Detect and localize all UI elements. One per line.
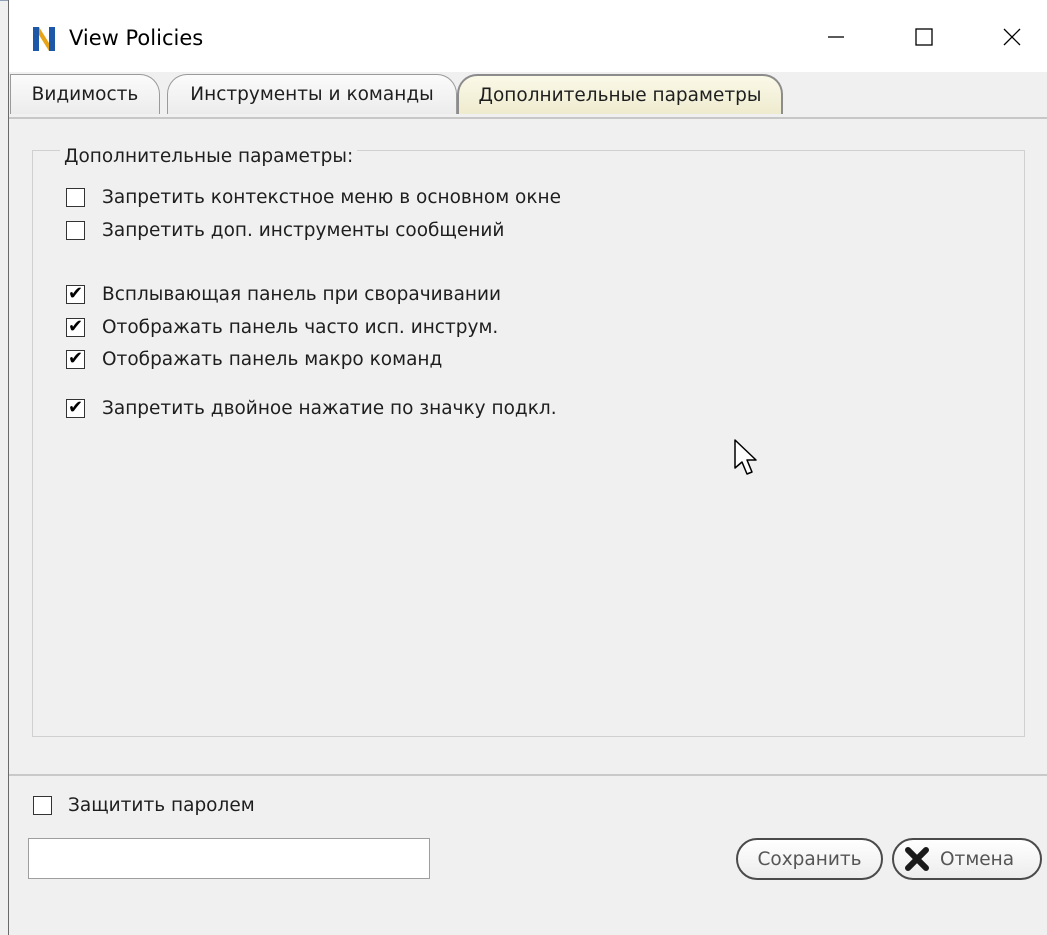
option-disable-double-click-connection-icon[interactable]: ✔ Запретить двойное нажатие по значку по…: [66, 396, 557, 420]
close-button[interactable]: [979, 12, 1045, 62]
window-title: View Policies: [69, 26, 204, 50]
checkbox[interactable]: [66, 187, 85, 207]
group-title: Дополнительные параметры:: [60, 146, 358, 167]
option-label: Всплывающая панель при сворачивании: [102, 283, 502, 305]
protect-with-password-option[interactable]: Защитить паролем: [33, 795, 255, 816]
cancel-label: Отмена: [940, 848, 1015, 870]
option-label: Запретить контекстное меню в основном ок…: [102, 186, 562, 208]
footer-divider: [9, 774, 1047, 776]
x-icon: [905, 847, 929, 871]
password-label: Защитить паролем: [68, 795, 255, 816]
checkbox[interactable]: ✔: [66, 316, 85, 337]
tab-strip-underline: [9, 117, 1047, 119]
mouse-pointer-icon: [734, 439, 757, 475]
checkbox[interactable]: ✔: [66, 348, 85, 369]
tab-visibility[interactable]: Видимость: [10, 74, 160, 114]
tab-advanced-settings[interactable]: Дополнительные параметры: [457, 74, 783, 114]
maximize-button[interactable]: [891, 12, 957, 62]
minimize-button[interactable]: [803, 12, 869, 62]
option-show-frequent-tools-panel[interactable]: ✔ Отображать панель часто исп. инструм.: [66, 315, 498, 339]
option-disable-context-menu[interactable]: Запретить контекстное меню в основном ок…: [66, 185, 561, 209]
checkmark-icon: ✔: [67, 397, 84, 418]
title-bar[interactable]: View Policies: [9, 0, 1047, 72]
view-policies-window: View Policies Видимость Инструменты и ко…: [8, 0, 1047, 935]
option-show-macro-panel[interactable]: ✔ Отображать панель макро команд: [66, 347, 442, 371]
checkmark-icon: ✔: [67, 316, 84, 337]
maximize-icon: [915, 28, 933, 46]
checkbox[interactable]: [66, 220, 85, 240]
option-label: Запретить доп. инструменты сообщений: [102, 219, 505, 241]
save-button[interactable]: Сохранить: [736, 838, 883, 880]
checkmark-icon: ✔: [67, 283, 84, 304]
checkbox[interactable]: ✔: [66, 283, 85, 304]
close-icon: [1003, 28, 1021, 46]
checkmark-icon: ✔: [67, 348, 84, 369]
password-checkbox[interactable]: [33, 796, 52, 815]
password-input[interactable]: [28, 838, 430, 879]
option-disable-message-tools[interactable]: Запретить доп. инструменты сообщений: [66, 218, 504, 242]
option-popup-panel-on-minimize[interactable]: ✔ Всплывающая панель при сворачивании: [66, 282, 501, 306]
checkbox[interactable]: ✔: [66, 397, 85, 418]
option-label: Запретить двойное нажатие по значку подк…: [102, 397, 557, 419]
option-label: Отображать панель часто исп. инструм.: [102, 316, 499, 338]
minimize-icon: [828, 36, 844, 38]
cancel-button[interactable]: Отмена: [892, 838, 1042, 880]
option-label: Отображать панель макро команд: [102, 348, 443, 370]
app-logo-icon: [31, 24, 57, 54]
tab-tools-and-commands[interactable]: Инструменты и команды: [167, 74, 457, 114]
